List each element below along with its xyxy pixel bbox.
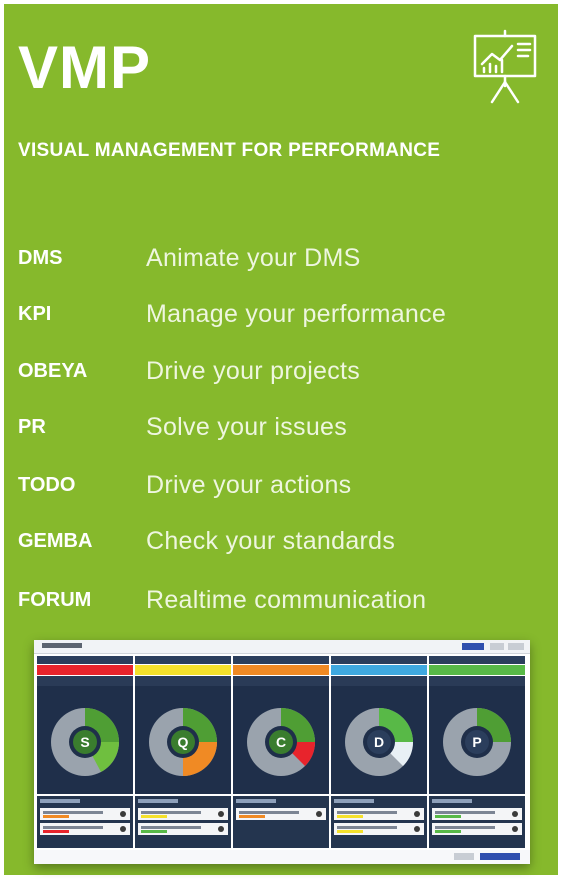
module-row-gemba: GEMBA Check your standards	[18, 521, 548, 561]
presentation-chart-icon	[473, 29, 537, 104]
module-code: FORUM	[18, 588, 92, 611]
module-description: Manage your performance	[146, 299, 447, 328]
status-bar	[331, 665, 427, 675]
vmp-card: VMP VISUAL MANAGEMENT FOR PERFORMANCE DM…	[4, 4, 558, 875]
status-bar	[37, 665, 133, 675]
screenshot-column-q: Q	[135, 656, 231, 848]
module-description: Drive your projects	[146, 356, 361, 385]
module-code: TODO	[18, 473, 76, 496]
module-description: Solve your issues	[146, 412, 348, 441]
module-code: OBEYA	[18, 359, 88, 382]
screenshot-column-d: D	[331, 656, 427, 848]
page-title: VMP	[18, 34, 152, 101]
status-bar	[233, 665, 329, 675]
module-code: PR	[18, 415, 46, 438]
donut-chart: P	[443, 708, 511, 776]
donut-letter: S	[80, 734, 89, 750]
subtitle: VISUAL MANAGEMENT FOR PERFORMANCE	[18, 140, 441, 161]
module-code: DMS	[18, 246, 63, 269]
screenshot-toolbar	[34, 640, 530, 654]
module-row-forum: FORUM Realtime communication	[18, 580, 548, 620]
screenshot-column-p: P	[429, 656, 525, 848]
module-row-obeya: OBEYA Drive your projects	[18, 351, 548, 391]
donut-chart: D	[345, 708, 413, 776]
donut-chart: S	[51, 708, 119, 776]
screenshot-column-s: S	[37, 656, 133, 848]
screenshot-footer	[34, 850, 530, 864]
status-bar	[429, 665, 525, 675]
module-row-todo: TODO Drive your actions	[18, 465, 548, 505]
dashboard-screenshot: S Q C D P	[34, 640, 530, 864]
donut-chart: C	[247, 708, 315, 776]
module-description: Check your standards	[146, 526, 396, 555]
module-description: Animate your DMS	[146, 243, 361, 272]
donut-letter: Q	[178, 734, 189, 750]
module-description: Realtime communication	[146, 585, 427, 614]
donut-letter: D	[374, 734, 384, 750]
module-code: KPI	[18, 302, 52, 325]
module-row-pr: PR Solve your issues	[18, 407, 548, 447]
donut-letter: P	[472, 734, 481, 750]
module-row-kpi: KPI Manage your performance	[18, 294, 548, 334]
module-code: GEMBA	[18, 529, 93, 552]
donut-letter: C	[276, 734, 286, 750]
module-row-dms: DMS Animate your DMS	[18, 238, 548, 278]
module-description: Drive your actions	[146, 470, 352, 499]
screenshot-column-c: C	[233, 656, 329, 848]
status-bar	[135, 665, 231, 675]
donut-chart: Q	[149, 708, 217, 776]
